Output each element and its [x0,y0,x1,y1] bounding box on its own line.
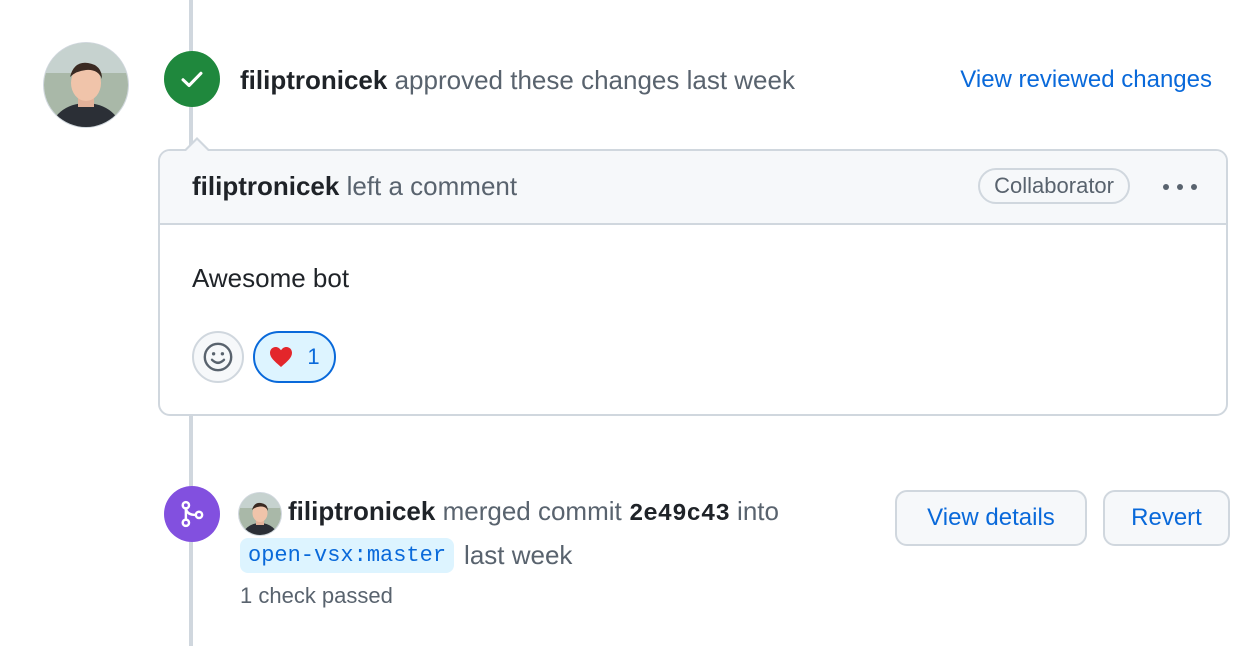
review-action: approved these changes last week [394,65,795,95]
commit-sha-link[interactable]: 2e49c43 [629,501,730,528]
timeline-line-top [189,0,193,51]
checks-status[interactable]: 1 check passed [240,583,393,609]
merge-author-link[interactable]: filiptronicek [288,496,435,526]
add-reaction-button[interactable] [192,331,244,383]
review-event-text: filiptronicek approved these changes las… [240,65,795,96]
review-comment-card: filiptronicek left a comment Collaborato… [158,149,1228,416]
heart-icon [270,347,293,367]
comment-options-kebab-icon[interactable] [1156,167,1204,207]
git-merge-icon [164,486,220,542]
comment-caret-inner [186,140,208,151]
merger-avatar[interactable] [239,493,281,535]
comment-author-link[interactable]: filiptronicek [192,171,339,201]
reviewer-avatar[interactable] [44,43,128,127]
collaborator-badge: Collaborator [978,168,1130,204]
merge-action: merged commit [442,496,622,526]
comment-header-text: filiptronicek left a comment [192,171,517,202]
comment-body: Awesome bot [192,263,350,293]
merge-into: into [737,496,779,526]
merge-event-line2: open-vsx:master last week [240,538,572,573]
merge-event-text: filiptronicek merged commit 2e49c43 into [288,496,779,528]
view-details-button[interactable]: View details [895,490,1087,546]
review-author-link[interactable]: filiptronicek [240,65,387,95]
timeline-line-bottom [189,542,193,646]
comment-header: filiptronicek left a comment Collaborato… [160,151,1226,225]
comment-action: left a comment [346,171,518,201]
approved-check-icon [164,51,220,107]
merge-time: last week [464,540,573,570]
timeline-line-middle [189,416,193,486]
target-branch-link[interactable]: open-vsx:master [240,538,455,573]
smiley-icon [203,342,233,372]
heart-reaction-count: 1 [307,344,320,369]
view-reviewed-changes-link[interactable]: View reviewed changes [960,66,1212,94]
revert-button[interactable]: Revert [1103,490,1230,546]
heart-reaction-button[interactable]: 1 [253,331,336,383]
pr-timeline: filiptronicek approved these changes las… [0,0,1256,646]
